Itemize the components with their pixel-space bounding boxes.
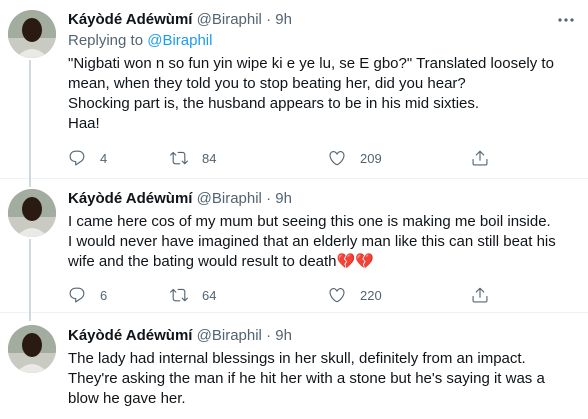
user-handle[interactable]: @Biraphil (197, 11, 262, 28)
retweet-button[interactable]: 84 (170, 148, 216, 168)
share-upload-icon (472, 287, 488, 303)
tweet-actions: 4 84 209 (68, 148, 498, 168)
user-handle[interactable]: @Biraphil (197, 327, 262, 344)
retweet-arrows-icon (170, 288, 188, 302)
tweet-text-line: wife and the bating would result to deat… (68, 253, 374, 270)
display-name[interactable]: Káyòdé Adéwùmí (68, 11, 192, 28)
tweet-text-line: Shocking part is, the husband appears to… (68, 95, 480, 112)
like-count: 220 (360, 287, 382, 303)
heart-outline-icon (329, 288, 345, 303)
display-name[interactable]: Káyòdé Adéwùmí (68, 190, 192, 207)
tweet-content: Káyòdé Adéwùmí @Biraphil · 9h The lady h… (68, 326, 576, 409)
tweet-actions: 6 64 220 (68, 285, 498, 305)
avatar[interactable] (8, 325, 56, 373)
tweet-text: "Nigbati won n so fun yin wipe ki e ye l… (68, 54, 576, 134)
tweet-text-line: I came here cos of my mum but seeing thi… (68, 213, 551, 230)
display-name[interactable]: Káyòdé Adéwùmí (68, 327, 192, 344)
thread-connector (29, 60, 31, 179)
reply-count: 4 (100, 150, 108, 166)
thread-connector (29, 313, 31, 321)
tweet-text-line: Haa! (68, 115, 100, 132)
thread-connector (29, 179, 31, 187)
avatar[interactable] (8, 10, 56, 58)
separator-dot: · (266, 190, 272, 207)
share-upload-icon (472, 150, 488, 166)
separator-dot: · (266, 327, 272, 344)
speech-bubble-icon (69, 150, 85, 166)
tweet-text: I came here cos of my mum but seeing thi… (68, 212, 576, 272)
thread-connector (29, 239, 31, 313)
tweet-content: Káyòdé Adéwùmí @Biraphil · 9h I came her… (68, 189, 576, 303)
tweet-thread: Káyòdé Adéwùmí @Biraphil · 9h Replying t… (0, 0, 588, 419)
heart-outline-icon (329, 151, 345, 166)
like-count: 209 (360, 150, 382, 166)
tweet[interactable]: Káyòdé Adéwùmí @Biraphil · 9h I came her… (0, 179, 588, 313)
retweet-button[interactable]: 64 (170, 285, 216, 305)
tweet-content: Káyòdé Adéwùmí @Biraphil · 9h Replying t… (68, 10, 576, 166)
reply-button[interactable]: 4 (68, 148, 107, 168)
tweet-text-line: "Nigbati won n so fun yin wipe ki e ye l… (68, 55, 554, 72)
share-button[interactable] (471, 148, 489, 168)
tweet[interactable]: Káyòdé Adéwùmí @Biraphil · 9h Replying t… (0, 0, 588, 179)
tweet-header: Káyòdé Adéwùmí @Biraphil · 9h (68, 326, 576, 346)
tweet[interactable]: Káyòdé Adéwùmí @Biraphil · 9h The lady h… (0, 313, 588, 419)
tweet-header: Káyòdé Adéwùmí @Biraphil · 9h (68, 189, 576, 209)
reply-count: 6 (100, 287, 108, 303)
tweet-text-line: The lady had internal blessings in her s… (68, 350, 526, 367)
avatar[interactable] (8, 189, 56, 237)
separator-dot: · (266, 11, 272, 28)
retweet-count: 84 (202, 150, 217, 166)
replying-to-label: Replying to (68, 32, 148, 49)
timestamp[interactable]: 9h (275, 327, 292, 344)
retweet-count: 64 (202, 287, 217, 303)
reply-button[interactable]: 6 (68, 285, 107, 305)
tweet-text: The lady had internal blessings in her s… (68, 349, 576, 409)
like-button[interactable]: 220 (328, 285, 382, 305)
tweet-text-line: blow he gave her. (68, 390, 186, 407)
tweet-header: Káyòdé Adéwùmí @Biraphil · 9h (68, 10, 576, 30)
retweet-arrows-icon (170, 151, 188, 165)
like-button[interactable]: 209 (328, 148, 382, 168)
tweet-text-line: mean, when they told you to stop beating… (68, 75, 466, 92)
more-dots-icon[interactable] (556, 12, 576, 28)
user-handle[interactable]: @Biraphil (197, 190, 262, 207)
timestamp[interactable]: 9h (275, 190, 292, 207)
timestamp[interactable]: 9h (275, 11, 292, 28)
tweet-text-line: They're asking the man if he hit her wit… (68, 370, 545, 387)
tweet-text-line: I would never have imagined that an elde… (68, 233, 556, 250)
speech-bubble-icon (69, 287, 85, 303)
replying-to-mention[interactable]: @Biraphil (147, 32, 212, 49)
share-button[interactable] (471, 285, 489, 305)
replying-to: Replying to @Biraphil (68, 31, 576, 51)
